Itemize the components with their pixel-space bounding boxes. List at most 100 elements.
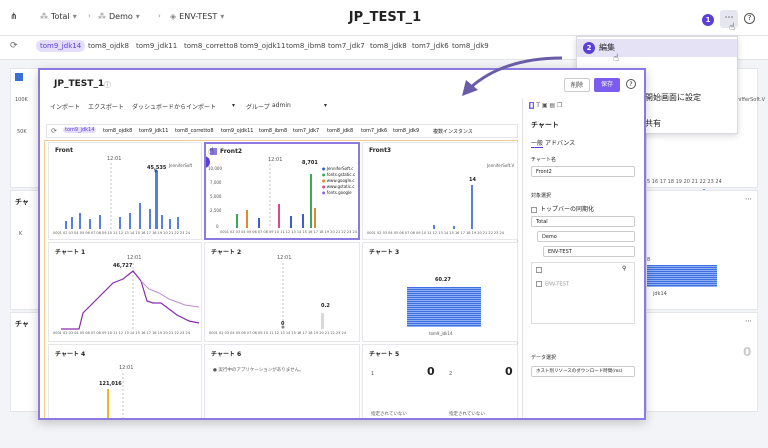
- chart-1[interactable]: チャート 1 12:01 46,727 0001 02 03 04 05 06 …: [48, 242, 202, 342]
- chart-front[interactable]: Front 12:01 45,535 JenniferSoft 0001 02 …: [48, 142, 202, 240]
- instance-tag[interactable]: tom8_ojdk8: [88, 42, 129, 50]
- group-select[interactable]: admin: [272, 102, 291, 109]
- chart-2[interactable]: チャート 2 12:01 0.2 0 0001 02 03 04 05 06 0…: [204, 242, 360, 342]
- bar-series: [236, 174, 316, 228]
- chart-title: チャート 5: [369, 351, 400, 358]
- chart-5[interactable]: チャート 5 1 0 2 0 指定されていない 指定されていない: [362, 344, 518, 418]
- domain-select-env[interactable]: ENV-TEST: [543, 246, 635, 257]
- metric-label: 2: [449, 371, 453, 377]
- help-icon[interactable]: ?: [744, 13, 755, 24]
- instance-tag[interactable]: tom8_corretto8: [184, 42, 238, 50]
- instance-tag[interactable]: tom9_ojdk11: [240, 42, 285, 50]
- more-icon[interactable]: ⋯: [745, 195, 752, 203]
- select-all-checkbox[interactable]: [536, 267, 542, 273]
- chart-3[interactable]: チャート 3 60.27 tom9_jdk14: [362, 242, 518, 342]
- cursor-icon: ☝: [729, 22, 736, 33]
- cursor-icon: ☝: [208, 146, 215, 157]
- export-button[interactable]: エクスポート: [88, 102, 124, 111]
- instance-list-item[interactable]: ENV-TEST: [536, 281, 569, 288]
- value-label: 60.27: [435, 277, 451, 283]
- instance-tag[interactable]: tom8_ibm8: [286, 42, 325, 50]
- breadcrumb-demo[interactable]: ⁂ Demo ▾: [98, 12, 140, 21]
- copy-icon[interactable]: ❐: [557, 102, 562, 109]
- refresh-icon[interactable]: ⟳: [10, 41, 18, 51]
- chart-name-input[interactable]: Front2: [531, 166, 635, 177]
- menu-item-edit[interactable]: 2 編集: [577, 39, 737, 57]
- x-axis-labels: 0001 02 03 04 05 06 07 08 09 10 11 12 13…: [367, 231, 504, 235]
- modal-title: JP_TEST_1: [54, 79, 105, 89]
- sitemap-icon[interactable]: ⋔: [10, 12, 18, 22]
- instance-tag[interactable]: tom9_ojdk11: [221, 128, 253, 134]
- chart-type-icon[interactable]: ▮: [529, 102, 535, 109]
- breadcrumb-env[interactable]: ◈ ENV-TEST ▾: [170, 12, 224, 21]
- unset-label: 指定されていない: [371, 412, 407, 417]
- tab-advanced[interactable]: アドバンス: [545, 138, 575, 147]
- sync-checkbox[interactable]: トップバーの同期化: [531, 204, 594, 213]
- bg-chart-title: チャ: [15, 198, 29, 206]
- info-badge: [15, 73, 23, 81]
- instance-tag[interactable]: tom8_ojdk8: [103, 128, 132, 134]
- instance-list-box: ⚲ ENV-TEST: [531, 262, 635, 324]
- instance-tag[interactable]: tom8_jdk9: [452, 42, 489, 50]
- chart-front2[interactable]: 3 Front2 12:01 8,701 10,000 7,000 5,000 …: [204, 142, 360, 240]
- instance-tag[interactable]: tom8_jdk8: [370, 42, 407, 50]
- more-icon[interactable]: ⋯: [745, 317, 752, 325]
- instance-tag[interactable]: tom7_jdk7: [328, 42, 365, 50]
- instance-tag[interactable]: tom7_jdk6: [361, 128, 387, 134]
- empty-message: ● 実行中のアプリケーションがありません。: [213, 368, 304, 373]
- cube-icon: ◈: [170, 12, 177, 21]
- data-select-label: データ選択: [531, 355, 557, 361]
- import-button[interactable]: インポート: [50, 102, 80, 111]
- instance-tag[interactable]: tom8_corretto8: [175, 128, 214, 134]
- target-label: 対象選択: [531, 193, 552, 199]
- dashboard-import-select[interactable]: ダッシュボードからインポート: [132, 102, 216, 111]
- chart4-bars: [107, 373, 124, 418]
- instance-tag[interactable]: tom9_jdk11: [136, 42, 177, 50]
- checkbox-icon: [531, 206, 537, 213]
- breadcrumb-total[interactable]: ⁂ Total ▾: [40, 12, 77, 21]
- instance-tag[interactable]: tom9_jdk14: [63, 127, 97, 133]
- instance-tag[interactable]: tom7_jdk7: [293, 128, 319, 134]
- x-axis-labels: 0001 02 03 04 05 06 07 08 09 10 11 12 13…: [220, 230, 357, 234]
- tab-general[interactable]: 一般: [531, 138, 544, 148]
- breadcrumb-label: ENV-TEST: [179, 12, 218, 21]
- instance-tag[interactable]: tom8_jdk8: [327, 128, 353, 134]
- instance-tag[interactable]: tom7_jdk6: [412, 42, 449, 50]
- chevron-right-icon: ›: [88, 12, 91, 20]
- info-icon[interactable]: ⓘ: [104, 80, 111, 90]
- chart1-line: [61, 263, 200, 330]
- metric-value: 0: [505, 365, 513, 378]
- save-button[interactable]: 保存: [594, 78, 620, 92]
- instance-tag[interactable]: tom8_ibm8: [259, 128, 287, 134]
- table-icon[interactable]: ▤: [549, 102, 555, 109]
- chart-6[interactable]: チャート 6 ● 実行中のアプリケーションがありません。: [204, 344, 360, 418]
- domain-select-total[interactable]: Total: [531, 216, 635, 227]
- panel-header: チャート: [531, 121, 559, 129]
- instance-tag[interactable]: tom8_jdk9: [393, 128, 419, 134]
- chart-4[interactable]: チャート 4 12:01 121,016: [48, 344, 202, 418]
- delete-button[interactable]: 削除: [564, 78, 590, 92]
- help-icon[interactable]: ?: [626, 79, 636, 89]
- dashboard-edit-modal: JP_TEST_1 ⓘ 削除 保存 ? インポート エクスポート ダッシュボード…: [38, 68, 646, 420]
- text-icon[interactable]: T: [536, 102, 540, 109]
- search-icon[interactable]: ⚲: [622, 265, 626, 272]
- chart-settings-panel: ▮ T ▣ ▤ ❐ チャート 一般 アドバンス チャート名 Front2 対象選…: [522, 98, 644, 418]
- refresh-icon[interactable]: ⟳: [51, 127, 57, 135]
- chart-front3[interactable]: Front3 14 JenniferSoft.V 0001 02 03 04 0…: [362, 142, 518, 240]
- menu-item-label: 共有: [645, 119, 661, 128]
- bg-axis: 5 16 17 18 19 20 21 22 23 24: [647, 179, 722, 185]
- panel-toolbar: ▮ T ▣ ▤ ❐: [529, 102, 562, 109]
- image-icon[interactable]: ▣: [542, 102, 548, 109]
- metric-value: 0: [427, 365, 435, 378]
- x-axis-labels: 0001 02 03 04 05 06 07 08 09 10 11 12 13…: [53, 231, 190, 235]
- y-tick: 50K: [17, 129, 27, 135]
- bg-chart-card: ⋯ 0: [646, 312, 758, 412]
- y-tick: K: [19, 231, 23, 237]
- data-select[interactable]: ホスト別リソースのダウンロード時間(ms): [531, 366, 635, 377]
- instance-tag[interactable]: tom9_jdk14: [36, 40, 86, 52]
- domain-select-demo[interactable]: Demo: [537, 231, 635, 242]
- multi-instance-select[interactable]: 複数インスタンス: [433, 128, 473, 135]
- front-bars: [65, 163, 179, 229]
- instance-tag[interactable]: tom9_jdk11: [139, 128, 168, 134]
- chart-title: チャート 6: [211, 351, 242, 358]
